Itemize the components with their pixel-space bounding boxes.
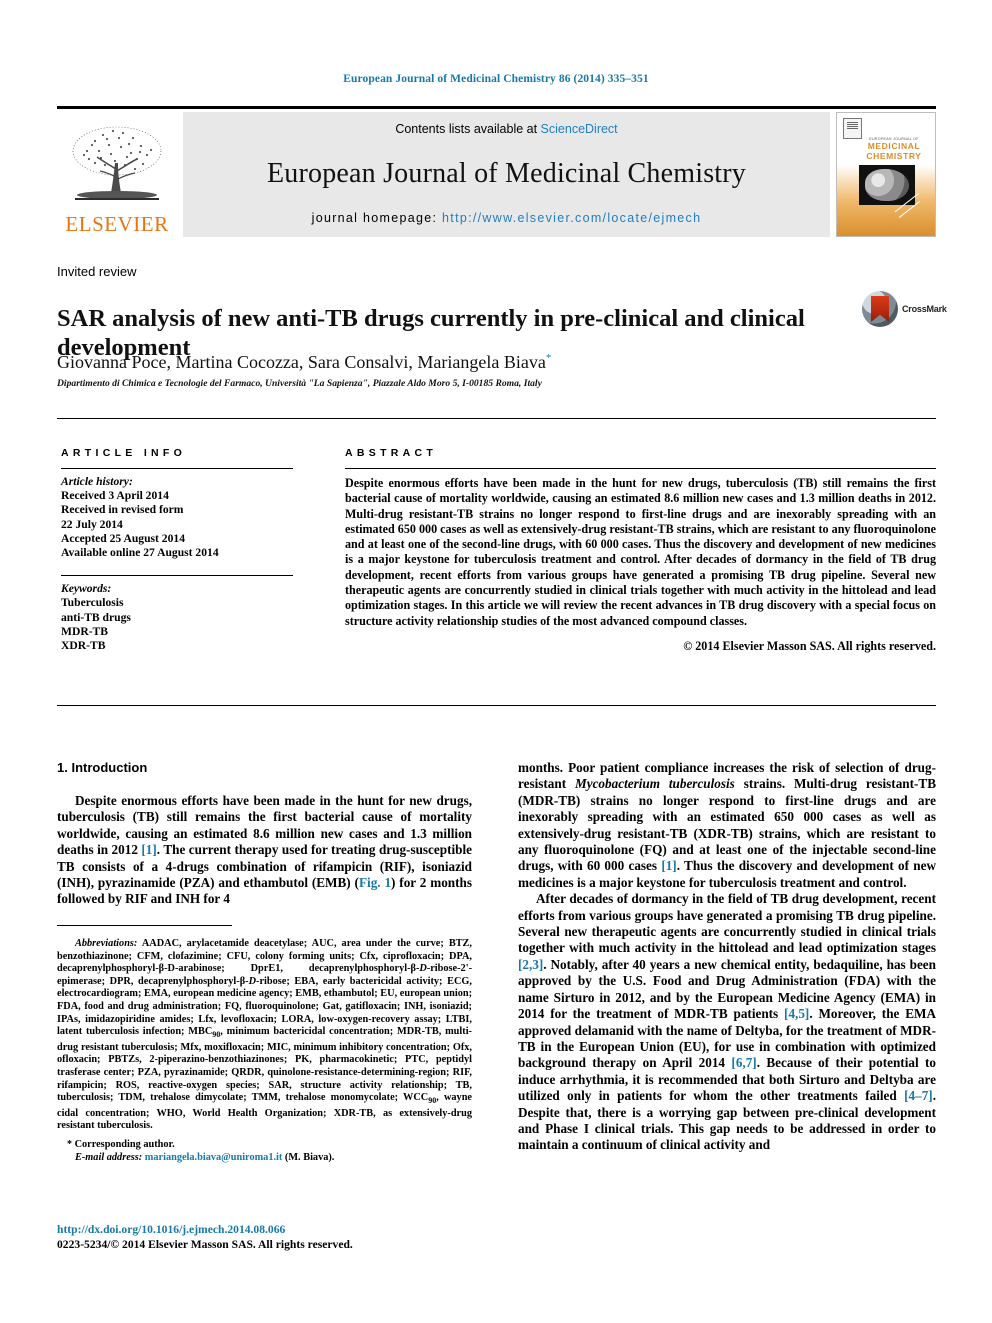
- homepage-url-link[interactable]: http://www.elsevier.com/locate/ejmech: [442, 211, 701, 225]
- masthead-center-panel: Contents lists available at ScienceDirec…: [183, 112, 830, 237]
- article-info-rule: [61, 468, 293, 469]
- crossmark-icon: [862, 291, 898, 327]
- species-name-italic: Mycobacterium tuberculosis: [575, 776, 735, 792]
- elsevier-tree-icon: [72, 126, 162, 200]
- abbreviations-text-4: , minimum bactericidal concentration; MD…: [57, 1026, 472, 1104]
- keyword-2: MDR-TB: [61, 624, 109, 638]
- figure-ref-fig1[interactable]: Fig. 1: [359, 875, 391, 890]
- citation-ref-4-5[interactable]: [4,5]: [784, 1006, 809, 1021]
- corresponding-author-marker[interactable]: *: [546, 352, 552, 364]
- journal-homepage-line: journal homepage: http://www.elsevier.co…: [312, 211, 702, 225]
- journal-article-page: European Journal of Medicinal Chemistry …: [0, 0, 992, 1323]
- history-item-4: Available online 27 August 2014: [61, 546, 219, 560]
- section-heading-introduction: 1. Introduction: [57, 760, 148, 775]
- article-history-block: Article history: Received 3 April 2014 R…: [61, 475, 313, 560]
- citation-ref-6-7[interactable]: [6,7]: [731, 1055, 756, 1070]
- body-column-right: months. Poor patient compliance increase…: [518, 760, 936, 1154]
- journal-cover-thumbnail: EUROPEAN JOURNAL OF MEDICINAL CHEMISTRY: [836, 112, 938, 237]
- affiliation: Dipartimento di Chimica e Tecnologie del…: [57, 378, 542, 389]
- journal-title: European Journal of Medicinal Chemistry: [266, 157, 746, 189]
- abstract-rule: [345, 468, 936, 469]
- history-item-0: Received 3 April 2014: [61, 489, 169, 503]
- running-head: European Journal of Medicinal Chemistry …: [343, 73, 649, 85]
- info-band-bottom-rule: [57, 705, 936, 706]
- asterisk-icon: *: [67, 1139, 72, 1150]
- history-item-3: Accepted 25 August 2014: [61, 531, 185, 545]
- keyword-0: Tuberculosis: [61, 596, 124, 610]
- article-history-label: Article history:: [61, 475, 133, 488]
- cover-title-line2: CHEMISTRY: [866, 150, 922, 161]
- abstract-column: ABSTRACT Despite enormous efforts have b…: [345, 447, 936, 654]
- keywords-label: Keywords:: [61, 582, 112, 596]
- crossmark-badge[interactable]: CrossMark: [862, 288, 947, 330]
- doi-block: http://dx.doi.org/10.1016/j.ejmech.2014.…: [57, 1223, 487, 1252]
- history-item-1: Received in revised form: [61, 503, 184, 517]
- abstract-heading: ABSTRACT: [345, 447, 438, 459]
- keywords-rule: [61, 575, 293, 577]
- author-names: Giovanna Poce, Martina Cocozza, Sara Con…: [57, 352, 546, 372]
- contents-prefix: Contents lists available at: [395, 122, 541, 136]
- elsevier-wordmark: ELSEVIER: [65, 212, 169, 236]
- cover-molecule-image: [859, 165, 915, 205]
- article-type: Invited review: [57, 264, 137, 279]
- footnote-separator-rule: [57, 925, 232, 926]
- journal-masthead: ELSEVIER Contents lists available at Sci…: [57, 106, 938, 237]
- abbreviations-paragraph: Abbreviations: AADAC, arylacetamide deac…: [57, 938, 472, 1133]
- intro-paragraph-right-2: After decades of dormancy in the field o…: [518, 891, 936, 1154]
- email-link[interactable]: mariangela.biava@uniroma1.it: [145, 1152, 283, 1163]
- abbrev-d-italic-1: D: [419, 963, 427, 975]
- history-item-2: 22 July 2014: [61, 517, 123, 531]
- citation-ref-1b[interactable]: [1]: [661, 858, 676, 873]
- email-suffix: (M. Biava).: [282, 1151, 335, 1163]
- doi-link[interactable]: http://dx.doi.org/10.1016/j.ejmech.2014.…: [57, 1223, 487, 1238]
- author-list: Giovanna Poce, Martina Cocozza, Sara Con…: [57, 352, 551, 373]
- citation-ref-2-3[interactable]: [2,3]: [518, 957, 543, 972]
- abbrev-d-italic-2: D: [248, 975, 257, 987]
- cover-title-line1: MEDICINAL: [867, 141, 921, 151]
- keyword-1: anti-TB drugs: [61, 610, 131, 624]
- keywords-block: Keywords: Tuberculosis anti-TB drugs MDR…: [61, 582, 313, 653]
- contents-lists-line: Contents lists available at ScienceDirec…: [395, 122, 617, 136]
- email-note: E-mail address: mariangela.biava@uniroma…: [57, 1152, 472, 1165]
- homepage-label: journal homepage:: [311, 211, 443, 225]
- intro-paragraph-right-1: months. Poor patient compliance increase…: [518, 760, 936, 891]
- sciencedirect-link[interactable]: ScienceDirect: [541, 122, 618, 136]
- crossmark-label: CrossMark: [902, 304, 947, 314]
- elsevier-logo: ELSEVIER: [57, 112, 177, 237]
- citation-ref-1[interactable]: [1]: [141, 842, 156, 857]
- info-band-top-rule: [57, 418, 936, 419]
- cover-title: MEDICINAL CHEMISTRY: [857, 141, 931, 161]
- issn-copyright-line: 0223-5234/© 2014 Elsevier Masson SAS. Al…: [57, 1237, 353, 1251]
- article-info-column: ARTICLE INFO Article history: Received 3…: [61, 447, 313, 653]
- body-column-left: 1. Introduction Despite enormous efforts…: [57, 760, 472, 908]
- cover-publisher-badge-icon: [843, 118, 862, 139]
- footnote-block: Abbreviations: AADAC, arylacetamide deac…: [57, 938, 472, 1164]
- abbreviations-label: Abbreviations:: [75, 938, 138, 949]
- abstract-text: Despite enormous efforts have been made …: [345, 476, 936, 628]
- abstract-copyright: © 2014 Elsevier Masson SAS. All rights r…: [683, 638, 936, 653]
- corresponding-author-note: * Corresponding author.: [57, 1139, 472, 1152]
- keyword-3: XDR-TB: [61, 639, 106, 653]
- article-info-heading: ARTICLE INFO: [61, 447, 187, 459]
- citation-ref-4-7[interactable]: [4–7]: [904, 1088, 933, 1103]
- corresponding-author-text: Corresponding author.: [74, 1139, 175, 1150]
- intro-paragraph-left: Despite enormous efforts have been made …: [57, 793, 472, 908]
- email-label: E-mail address:: [75, 1151, 143, 1163]
- right-p2-a: After decades of dormancy in the field o…: [518, 891, 936, 956]
